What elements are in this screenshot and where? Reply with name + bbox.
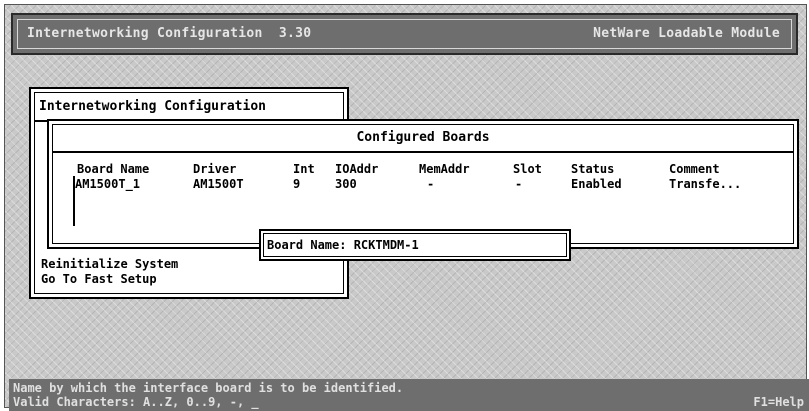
board-name-input[interactable]: Board Name: RCKTMDM-1 xyxy=(267,238,419,252)
cell-slot: - xyxy=(515,177,523,191)
header-memaddr: MemAddr xyxy=(419,162,470,176)
cell-ioaddr: 300 xyxy=(335,177,357,191)
cell-driver: AM1500T xyxy=(193,177,244,191)
status-bar: Name by which the interface board is to … xyxy=(9,379,809,411)
console-screen: Internetworking Configuration 3.30 NetWa… xyxy=(4,4,809,411)
cell-board-name[interactable]: AM1500T_1 xyxy=(75,177,140,191)
header-int: Int xyxy=(293,162,315,176)
cell-status: Enabled xyxy=(571,177,622,191)
title-bar: Internetworking Configuration 3.30 NetWa… xyxy=(11,13,798,55)
boards-title: Configured Boards xyxy=(356,130,490,145)
menu-item-go-to-fast-setup[interactable]: Go To Fast Setup xyxy=(41,272,157,286)
header-board-name: Board Name xyxy=(77,162,150,176)
app-title: Internetworking Configuration 3.30 xyxy=(27,26,312,41)
header-driver: Driver xyxy=(193,162,237,176)
cell-memaddr: - xyxy=(427,177,435,191)
menu-item-reinitialize-system[interactable]: Reinitialize System xyxy=(41,257,178,271)
cell-comment: Transfe... xyxy=(669,177,742,191)
module-type: NetWare Loadable Module xyxy=(593,26,780,41)
boards-divider xyxy=(52,151,794,153)
header-comment: Comment xyxy=(669,162,720,176)
f1-help-key[interactable]: F1=Help xyxy=(753,395,804,409)
header-ioaddr: IOAddr xyxy=(335,162,379,176)
header-slot: Slot xyxy=(513,162,542,176)
header-status: Status xyxy=(571,162,615,176)
status-help-line-2: Valid Characters: A..Z, 0..9, -, _ xyxy=(13,395,259,409)
status-help-line-1: Name by which the interface board is to … xyxy=(13,381,404,395)
list-cursor xyxy=(73,176,75,226)
menu-title: Internetworking Configuration xyxy=(39,99,266,114)
board-name-field[interactable]: Board Name: RCKTMDM-1 xyxy=(259,229,571,261)
cell-int: 9 xyxy=(293,177,301,191)
